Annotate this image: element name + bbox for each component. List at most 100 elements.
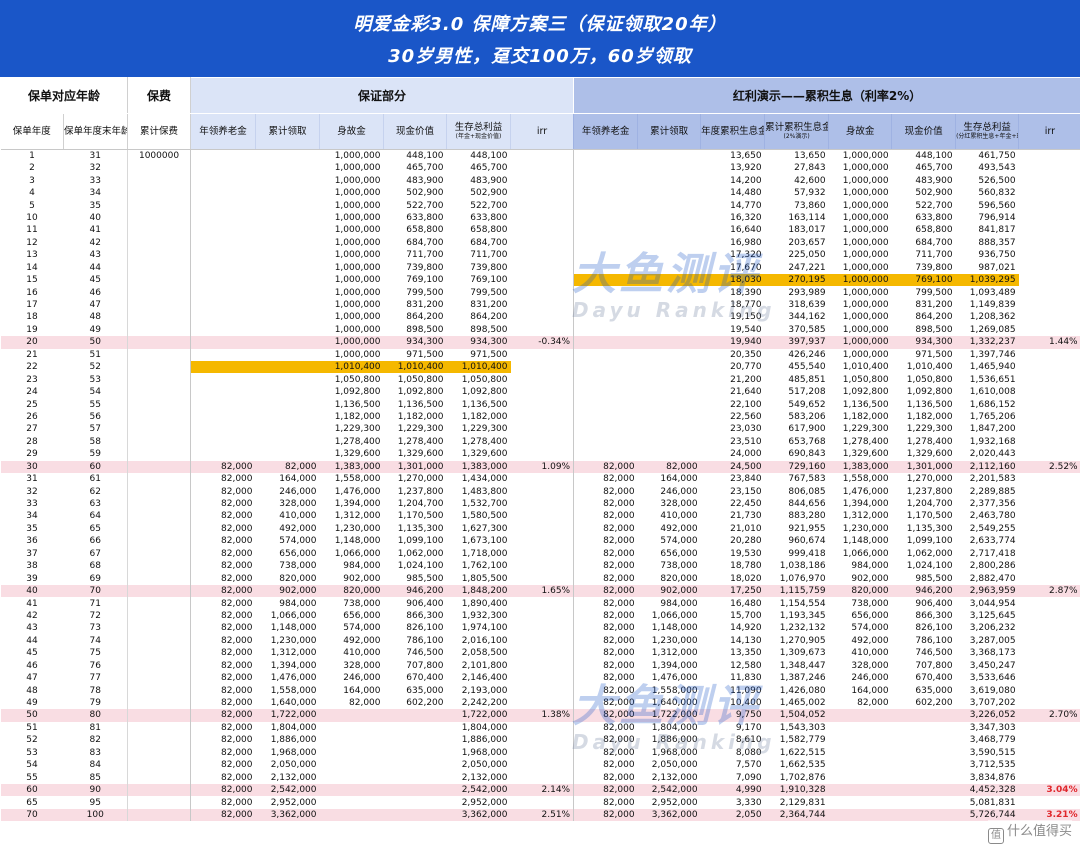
table-cell [127, 174, 191, 187]
table-cell: 82,000 [190, 808, 256, 822]
table-cell: 2,633,774 [969, 536, 1016, 547]
table-cell [190, 361, 256, 374]
table-cell: 984,000 [660, 598, 698, 609]
table-cell [256, 162, 320, 174]
table-cell [256, 373, 320, 385]
table-row: 20 50 1,000,000 934,300 934,300 -0.34% 19,940 3… [0, 336, 1080, 349]
table-cell [127, 671, 191, 685]
table-cell [829, 796, 892, 808]
table-cell: 10 [26, 212, 38, 223]
table-cell: 4,990 [700, 783, 765, 797]
table-cell: 492,000 [660, 523, 698, 534]
table-cell [1019, 473, 1080, 485]
table-cell: 79 [89, 698, 101, 709]
table-cell: 5,081,831 [969, 797, 1016, 808]
table-cell: 82 [89, 735, 101, 746]
table-cell: 67 [89, 548, 101, 559]
table-cell: 820,000 [319, 584, 384, 598]
table-cell: 1,000,000 [842, 349, 889, 360]
table-cell [1019, 448, 1080, 460]
table-row: 38 68 82,000 738,000 984,000 1,024,100 1,762,1… [1, 560, 1080, 573]
table-cell: 934,300 [891, 336, 956, 349]
table-cell: 831,200 [915, 300, 953, 311]
table-cell [384, 722, 447, 734]
table-cell: 921,955 [788, 523, 826, 534]
table-cell: 1,149,839 [969, 300, 1016, 311]
table-cell [127, 771, 191, 784]
table-cell [638, 386, 701, 398]
table-cell [511, 224, 574, 236]
table-cell [1019, 747, 1080, 759]
table-row: 2 32 1,000,000 465,700 465,700 13,920 27,843 1,… [1, 162, 1080, 175]
table-cell [1019, 722, 1080, 734]
table-cell: 492,000 [851, 635, 889, 646]
table-cell: 1,092,800 [334, 387, 381, 398]
table-cell: 820,000 [828, 584, 892, 598]
table-cell: 864,200 [406, 312, 444, 323]
table-cell: 82,000 [190, 771, 256, 784]
table-cell: 635,000 [915, 685, 953, 696]
table-cell: 55 [26, 772, 38, 783]
group-guaranteed: 保证部分 [190, 77, 575, 114]
table-cell: 20,770 [730, 362, 762, 373]
table-cell: 2,050 [700, 808, 765, 822]
table-cell [127, 336, 191, 349]
table-cell: 164,000 [851, 685, 889, 696]
table-cell [127, 659, 191, 672]
table-cell [1019, 411, 1080, 423]
table-cell: 1,170,500 [397, 511, 444, 522]
table-cell [190, 348, 256, 361]
table-cell [190, 174, 256, 187]
table-cell [1019, 349, 1080, 361]
table-cell: 40 [89, 212, 101, 223]
table-cell: 426,246 [788, 349, 826, 360]
table-cell: 492,000 [279, 523, 317, 534]
table-cell: 5 [29, 200, 35, 211]
table-row: 12 42 1,000,000 684,700 684,700 16,980 203,657… [1, 236, 1080, 250]
table-cell [511, 187, 574, 199]
table-cell: 22,100 [730, 399, 762, 410]
table-cell: 560,832 [978, 188, 1016, 199]
table-cell [127, 199, 191, 212]
table-row: 21 51 1,000,000 971,500 971,500 20,350 426,246… [1, 348, 1080, 361]
table-cell: 4 [29, 188, 35, 199]
table-cell [1019, 684, 1080, 696]
table-cell: 11,830 [730, 673, 762, 684]
table-cell: 806,085 [788, 486, 826, 497]
table-row: 24 54 1,092,800 1,092,800 1,092,800 21,640 517… [1, 385, 1080, 399]
table-cell [256, 199, 320, 211]
table-cell: 448,100 [406, 151, 444, 161]
table-row: 47 77 82,000 1,476,000 246,000 670,400 2,146,4… [1, 671, 1080, 685]
table-cell: 82,000 [573, 485, 638, 498]
table-cell: 35 [26, 523, 38, 534]
table-cell: 32 [89, 163, 101, 174]
table-cell: 1,237,800 [906, 486, 953, 497]
table-cell: 1,000,000 [842, 312, 889, 323]
table-cell [319, 808, 384, 822]
column-header: 累计领取 [255, 113, 320, 150]
table-cell: 1,847,200 [969, 424, 1016, 435]
table-cell [127, 634, 191, 648]
table-cell: 22,450 [730, 499, 762, 510]
table-row: 18 48 1,000,000 864,200 864,200 19,150 344,162… [1, 311, 1080, 324]
table-cell [190, 236, 256, 250]
table-row: 46 76 82,000 1,394,000 328,000 707,800 2,101,8… [1, 659, 1080, 672]
table-cell [320, 734, 384, 746]
table-cell: 82,000 [573, 671, 638, 685]
table-cell [1019, 510, 1080, 522]
table-row: 1 31 1000000 1,000,000 448,100 448,100 13,650 1… [1, 149, 1080, 162]
table-cell [256, 386, 320, 398]
table-cell: 19 [26, 324, 38, 335]
table-cell: 2,542,000 [637, 783, 701, 797]
table-cell [828, 808, 892, 822]
table-cell [638, 249, 701, 261]
table-cell [829, 734, 892, 746]
table-cell [127, 186, 191, 200]
table-row: 37 67 82,000 656,000 1,066,000 1,062,000 1,718… [1, 547, 1080, 560]
table-cell: 2,050,000 [461, 760, 508, 771]
column-header: irr [1018, 113, 1080, 150]
table-row: 34 64 82,000 410,000 1,312,000 1,170,500 1,580… [1, 510, 1080, 523]
table-row: 23 53 1,050,800 1,050,800 1,050,800 21,200 485… [1, 373, 1080, 386]
table-cell: 1,000,000 [842, 237, 889, 248]
table-cell: 57 [89, 424, 101, 435]
